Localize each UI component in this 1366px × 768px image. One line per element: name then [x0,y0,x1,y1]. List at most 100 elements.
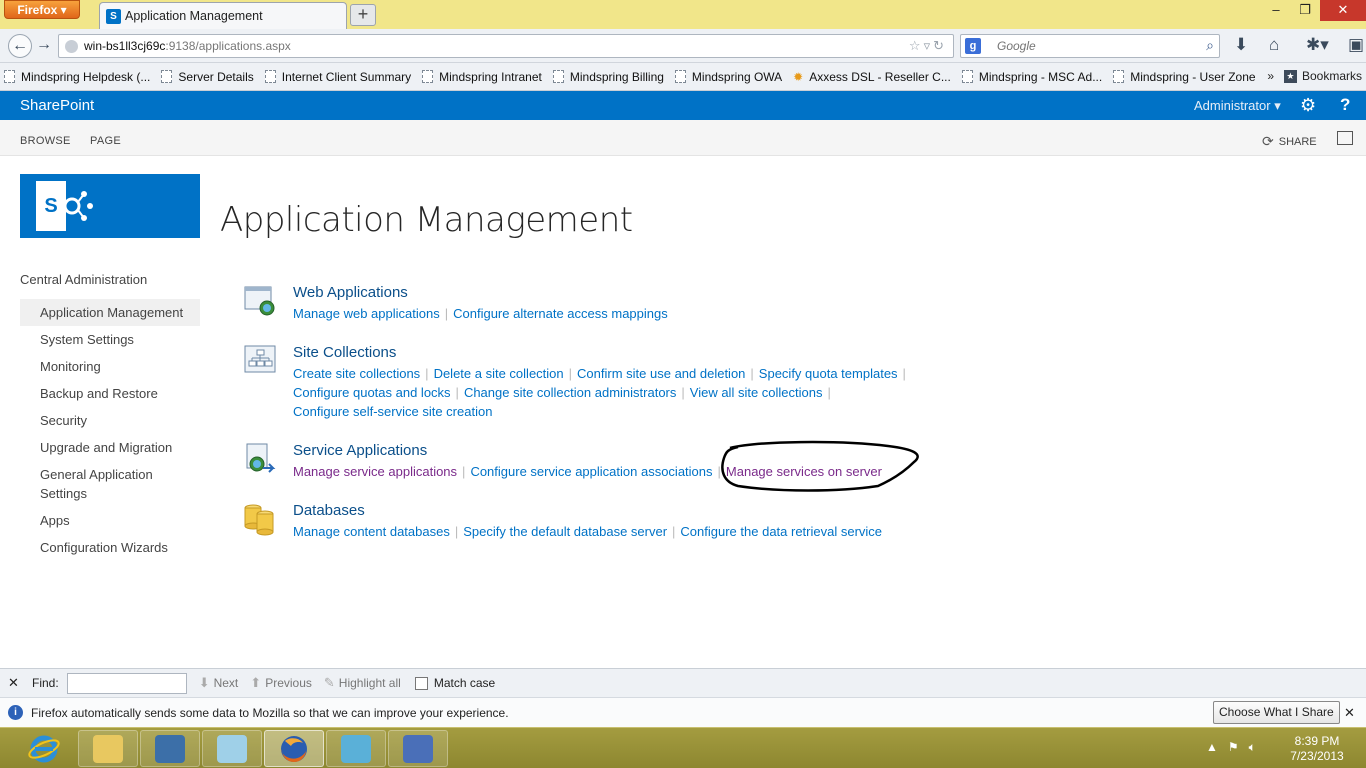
bookmark-item[interactable]: Mindspring - MSC Ad... [961,70,1102,84]
sharepoint-favicon: S [106,8,121,24]
link-manage-service-applications[interactable]: Manage service applications [293,464,457,479]
home-icon[interactable]: ⌂ [1269,35,1279,55]
page-icon [161,70,173,83]
taskbar-firefox[interactable] [264,730,324,767]
quicklaunch-item-configuration-wizards[interactable]: Configuration Wizards [20,534,200,561]
quicklaunch-item-security[interactable]: Security [20,407,200,434]
choose-what-i-share-button[interactable]: Choose What I Share [1213,701,1340,724]
link-manage-web-applications[interactable]: Manage web applications [293,306,440,321]
find-next-button[interactable]: ⬇ Next [199,675,239,691]
server-manager-icon [155,734,185,763]
window-close-button[interactable]: ✕ [1320,0,1366,21]
bookmarks-menu-button[interactable]: ★ Bookmarks [1283,69,1362,83]
tools-icon[interactable]: ▣ [1348,35,1364,55]
tab-browse[interactable]: BROWSE [20,135,71,147]
share-icon: ⟳ [1262,133,1274,149]
window-minimize-button[interactable]: – [1262,0,1290,21]
highlight-all-button[interactable]: ✎ Highlight all [324,675,401,691]
bookmark-item[interactable]: Mindspring - User Zone [1113,70,1256,84]
focus-on-content-icon[interactable] [1337,131,1353,145]
section-title[interactable]: Service Applications [293,442,427,459]
link-change-site-collection-admins[interactable]: Change site collection administrators [464,385,676,400]
bookmark-item[interactable]: Mindspring Helpdesk (... [4,70,150,84]
quicklaunch-item-backup-restore[interactable]: Backup and Restore [20,380,200,407]
link-view-all-site-collections[interactable]: View all site collections [690,385,823,400]
bookmark-star-icon[interactable]: ☆▿↻ [909,38,947,54]
section-title[interactable]: Databases [293,502,365,519]
site-collections-icon [244,345,276,373]
back-arrow-icon[interactable]: ← [8,34,32,58]
taskbar-clock[interactable]: 8:39 PM 7/23/2013 [1284,734,1350,764]
taskbar-remote-desktop[interactable] [388,730,448,767]
taskbar-server-manager[interactable] [140,730,200,767]
quicklaunch-item-apps[interactable]: Apps [20,507,200,534]
section-title[interactable]: Site Collections [293,344,396,361]
link-configure-quotas-locks[interactable]: Configure quotas and locks [293,385,451,400]
link-confirm-site-use[interactable]: Confirm site use and deletion [577,366,745,381]
quicklaunch-root[interactable]: Central Administration [20,270,200,291]
link-configure-alternate-access-mappings[interactable]: Configure alternate access mappings [453,306,668,321]
bookmark-item[interactable]: Internet Client Summary [264,70,411,84]
forward-arrow-icon[interactable]: → [36,34,52,56]
window-maximize-button[interactable]: ❐ [1291,0,1319,21]
internet-explorer-icon [28,735,60,762]
search-icon[interactable]: ⌕ [1206,37,1214,54]
taskbar-internet-explorer[interactable] [14,730,74,767]
addon-icon[interactable]: ✱▾ [1306,35,1329,55]
bookmark-item[interactable]: Mindspring OWA [674,70,782,84]
downloads-icon[interactable]: ⬇ [1234,35,1248,55]
address-bar[interactable]: win-bs1ll3cj69c:9138/applications.aspx ☆… [58,34,954,58]
bookmarks-overflow-button[interactable]: » [1267,69,1274,83]
browser-tab[interactable]: S Application Management [99,2,347,29]
quicklaunch-item-monitoring[interactable]: Monitoring [20,353,200,380]
google-engine-icon[interactable]: g [965,38,981,54]
link-configure-self-service-site-creation[interactable]: Configure self-service site creation [293,404,492,419]
service-applications-icon [246,443,276,473]
find-bar: ✕ Find: ⬇ Next ⬆ Previous ✎ Highlight all M… [0,668,1366,697]
link-configure-data-retrieval-service[interactable]: Configure the data retrieval service [680,524,882,539]
link-specify-quota-templates[interactable]: Specify quota templates [759,366,898,381]
browser-titlebar: Firefox ▾ S Application Management + – ❐… [0,0,1366,29]
quicklaunch-item-application-management[interactable]: Application Management [20,299,200,326]
bookmark-item[interactable]: Mindspring Billing [552,70,664,84]
help-icon[interactable]: ? [1340,95,1350,115]
notification-close-icon[interactable]: ✕ [1344,705,1355,721]
link-configure-service-application-associations[interactable]: Configure service application associatio… [470,464,712,479]
notification-bar: i Firefox automatically sends some data … [0,697,1366,727]
search-box[interactable]: g ⌕ [960,34,1220,58]
checkbox-icon [414,676,428,690]
link-delete-site-collection[interactable]: Delete a site collection [434,366,564,381]
taskbar-sharepoint-management[interactable] [326,730,386,767]
taskbar-notepad[interactable] [202,730,262,767]
gear-icon[interactable]: ⚙ [1300,95,1316,116]
volume-icon[interactable]: 🔈︎ [1249,740,1256,755]
link-manage-content-databases[interactable]: Manage content databases [293,524,450,539]
link-create-site-collections[interactable]: Create site collections [293,366,420,381]
find-previous-button[interactable]: ⬆ Previous [250,675,312,691]
new-tab-button[interactable]: + [350,4,376,26]
find-label: Find: [32,676,59,690]
quicklaunch-item-general-application-settings[interactable]: General Application Settings [20,461,200,507]
site-logo[interactable]: S [20,174,200,238]
search-input[interactable] [997,39,1197,53]
sharepoint-brand-link[interactable]: SharePoint [20,97,94,114]
link-specify-default-database-server[interactable]: Specify the default database server [463,524,667,539]
user-menu[interactable]: Administrator ▾ [1194,98,1281,114]
bookmark-item[interactable]: Server Details [161,70,254,84]
notepad-icon [217,734,247,763]
section-title[interactable]: Web Applications [293,284,408,301]
bookmark-item[interactable]: Mindspring Intranet [422,70,542,84]
action-center-flag-icon[interactable]: ⚑ [1228,740,1239,755]
taskbar-file-explorer[interactable] [78,730,138,767]
bookmark-item[interactable]: ✹ Axxess DSL - Reseller C... [793,70,951,84]
quicklaunch-item-upgrade-migration[interactable]: Upgrade and Migration [20,434,200,461]
firefox-menu-button[interactable]: Firefox ▾ [4,0,80,19]
share-button[interactable]: ⟳ SHARE [1262,133,1317,150]
quicklaunch-item-system-settings[interactable]: System Settings [20,326,200,353]
site-identity-icon[interactable] [65,39,78,53]
find-input[interactable] [66,672,187,694]
show-hidden-icons-icon[interactable]: ▲ [1206,740,1218,755]
match-case-checkbox[interactable]: Match case [414,676,495,690]
tab-page[interactable]: PAGE [90,135,121,147]
find-close-icon[interactable]: ✕ [8,675,22,691]
